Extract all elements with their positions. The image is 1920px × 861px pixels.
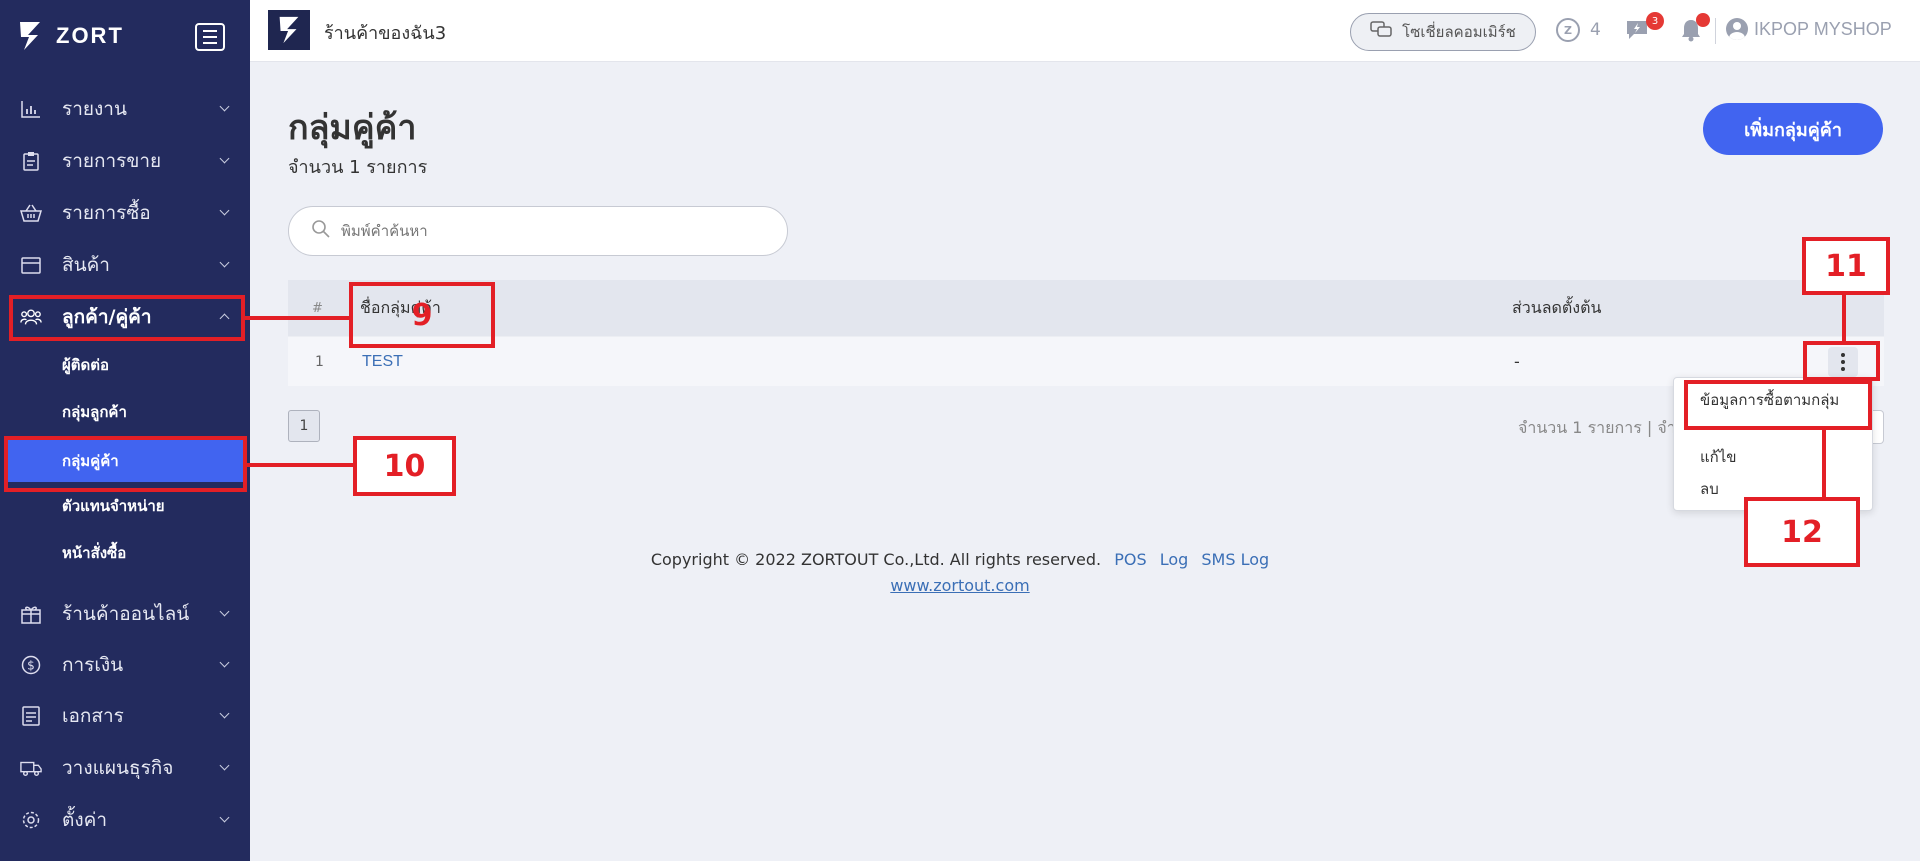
search-box[interactable] xyxy=(288,206,788,256)
footer: Copyright © 2022 ZORTOUT Co.,Ltd. All ri… xyxy=(0,550,1920,569)
user-menu[interactable]: IKPOP MYSHOP xyxy=(1726,18,1892,40)
pagination-info: จำนวน 1 รายการ | จำนว xyxy=(1518,418,1696,437)
message-icon[interactable] xyxy=(1626,19,1648,41)
sidebar-item-label: รายงาน xyxy=(62,98,127,120)
chat-bubbles-icon xyxy=(1370,21,1392,43)
annotation-box-sidebar xyxy=(9,295,245,341)
sidebar-item-label: ตั้งค่า xyxy=(62,809,107,831)
dollar-icon: $ xyxy=(20,654,42,676)
annotation-label-9: 9 xyxy=(349,282,495,348)
annotation-box-purchase-info xyxy=(1684,380,1872,430)
sidebar-item-report[interactable]: รายงาน xyxy=(0,87,250,131)
basket-icon xyxy=(20,202,42,224)
notification-dot xyxy=(1696,13,1710,27)
sidebar-item-label: รายการซื้อ xyxy=(62,202,151,224)
coin-icon: Z xyxy=(1556,18,1580,42)
divider xyxy=(1715,18,1716,44)
sidebar-item-sales[interactable]: รายการขาย xyxy=(0,139,250,183)
sidebar-item-label: เอกสาร xyxy=(62,705,124,727)
annotation-label-12: 12 xyxy=(1744,497,1860,567)
truck-icon xyxy=(20,757,42,779)
gear-icon xyxy=(20,809,42,831)
annotation-label-11: 11 xyxy=(1802,237,1890,295)
row-number: 1 xyxy=(315,353,324,370)
table-row: 1 TEST - xyxy=(288,336,1884,386)
copyright-text: Copyright © 2022 ZORTOUT Co.,Ltd. All ri… xyxy=(650,550,1102,569)
social-commerce-label: โซเชี่ยลคอมเมิร์ช xyxy=(1402,23,1516,41)
shop-logo-icon[interactable] xyxy=(268,10,310,50)
column-header-default-discount[interactable]: ส่วนลดตั้งต้น xyxy=(1512,280,1601,336)
sidebar-item-products[interactable]: สินค้า xyxy=(0,243,250,287)
search-icon xyxy=(311,219,331,243)
sidebar-item-documents[interactable]: เอกสาร xyxy=(0,694,250,738)
sidebar-item-business-plan[interactable]: วางแผนธุรกิจ xyxy=(0,746,250,790)
search-input[interactable] xyxy=(341,222,741,240)
user-name: IKPOP MYSHOP xyxy=(1754,18,1892,39)
page-button[interactable]: 1 xyxy=(288,410,320,442)
annotation-line xyxy=(1822,430,1826,498)
column-header-number: # xyxy=(312,300,323,316)
sidebar: ZORT รายงาน รายการขาย รายการซื้อ สินค้า … xyxy=(0,0,250,861)
menu-item-delete[interactable]: ลบ xyxy=(1700,477,1719,501)
sidebar-item-label: การเงิน xyxy=(62,654,124,676)
menu-item-edit[interactable]: แก้ไข xyxy=(1700,445,1737,469)
footer-url-link[interactable]: www.zortout.com xyxy=(890,576,1029,595)
gift-icon xyxy=(20,603,42,625)
social-commerce-button[interactable]: โซเชี่ยลคอมเมิร์ช xyxy=(1350,13,1536,51)
sidebar-item-label: ร้านค้าออนไลน์ xyxy=(62,603,190,625)
sidebar-item-finance[interactable]: $ การเงิน xyxy=(0,643,250,687)
user-icon xyxy=(1726,18,1748,40)
sidebar-item-label: วางแผนธุรกิจ xyxy=(62,757,174,779)
sub-item-contacts[interactable]: ผู้ติดต่อ xyxy=(0,344,250,386)
default-discount: - xyxy=(1514,352,1520,371)
footer-url-row: www.zortout.com xyxy=(0,576,1920,595)
page-title: กลุ่มคู่ค้า xyxy=(288,108,417,148)
annotation-box-kebab xyxy=(1803,341,1880,381)
clipboard-icon xyxy=(20,150,42,172)
item-count: จำนวน 1 รายการ xyxy=(288,157,428,178)
add-partner-group-button[interactable]: เพิ่มกลุ่มคู่ค้า xyxy=(1703,103,1883,155)
brand[interactable]: ZORT xyxy=(18,20,124,52)
brand-name: ZORT xyxy=(56,23,124,48)
sidebar-item-label: รายการขาย xyxy=(62,150,162,172)
footer-link-sms-log[interactable]: SMS Log xyxy=(1201,550,1269,569)
sidebar-item-online-store[interactable]: ร้านค้าออนไลน์ xyxy=(0,592,250,636)
coin-count: 4 xyxy=(1590,20,1601,40)
partner-group-table: # ชื่อกลุ่มคู่ค้า ส่วนลดตั้งต้น 1 TEST - xyxy=(288,280,1884,386)
svg-text:$: $ xyxy=(27,659,35,673)
top-bar: ร้านค้าของฉัน3 โซเชี่ยลคอมเมิร์ช Z 4 3 I… xyxy=(250,0,1920,62)
sidebar-item-purchase[interactable]: รายการซื้อ xyxy=(0,191,250,235)
annotation-line xyxy=(247,463,353,467)
sidebar-item-label: สินค้า xyxy=(62,254,110,276)
menu-toggle-button[interactable] xyxy=(195,23,225,51)
zort-logo-icon xyxy=(18,20,42,52)
annotation-line xyxy=(1842,295,1846,343)
annotation-line xyxy=(245,316,349,320)
sidebar-item-settings[interactable]: ตั้งค่า xyxy=(0,798,250,842)
footer-link-pos[interactable]: POS xyxy=(1114,550,1146,569)
annotation-label-10: 10 xyxy=(353,436,456,496)
table-header: # ชื่อกลุ่มคู่ค้า ส่วนลดตั้งต้น xyxy=(288,280,1884,336)
bar-chart-icon xyxy=(20,98,42,120)
document-icon xyxy=(20,705,42,727)
annotation-box-partner-groups xyxy=(4,436,247,492)
shop-name[interactable]: ร้านค้าของฉัน3 xyxy=(324,18,446,47)
sub-item-customer-groups[interactable]: กลุ่มลูกค้า xyxy=(0,391,250,433)
box-icon xyxy=(20,254,42,276)
coin-balance[interactable]: Z 4 xyxy=(1556,18,1601,42)
footer-link-log[interactable]: Log xyxy=(1160,550,1189,569)
message-badge: 3 xyxy=(1646,12,1664,30)
